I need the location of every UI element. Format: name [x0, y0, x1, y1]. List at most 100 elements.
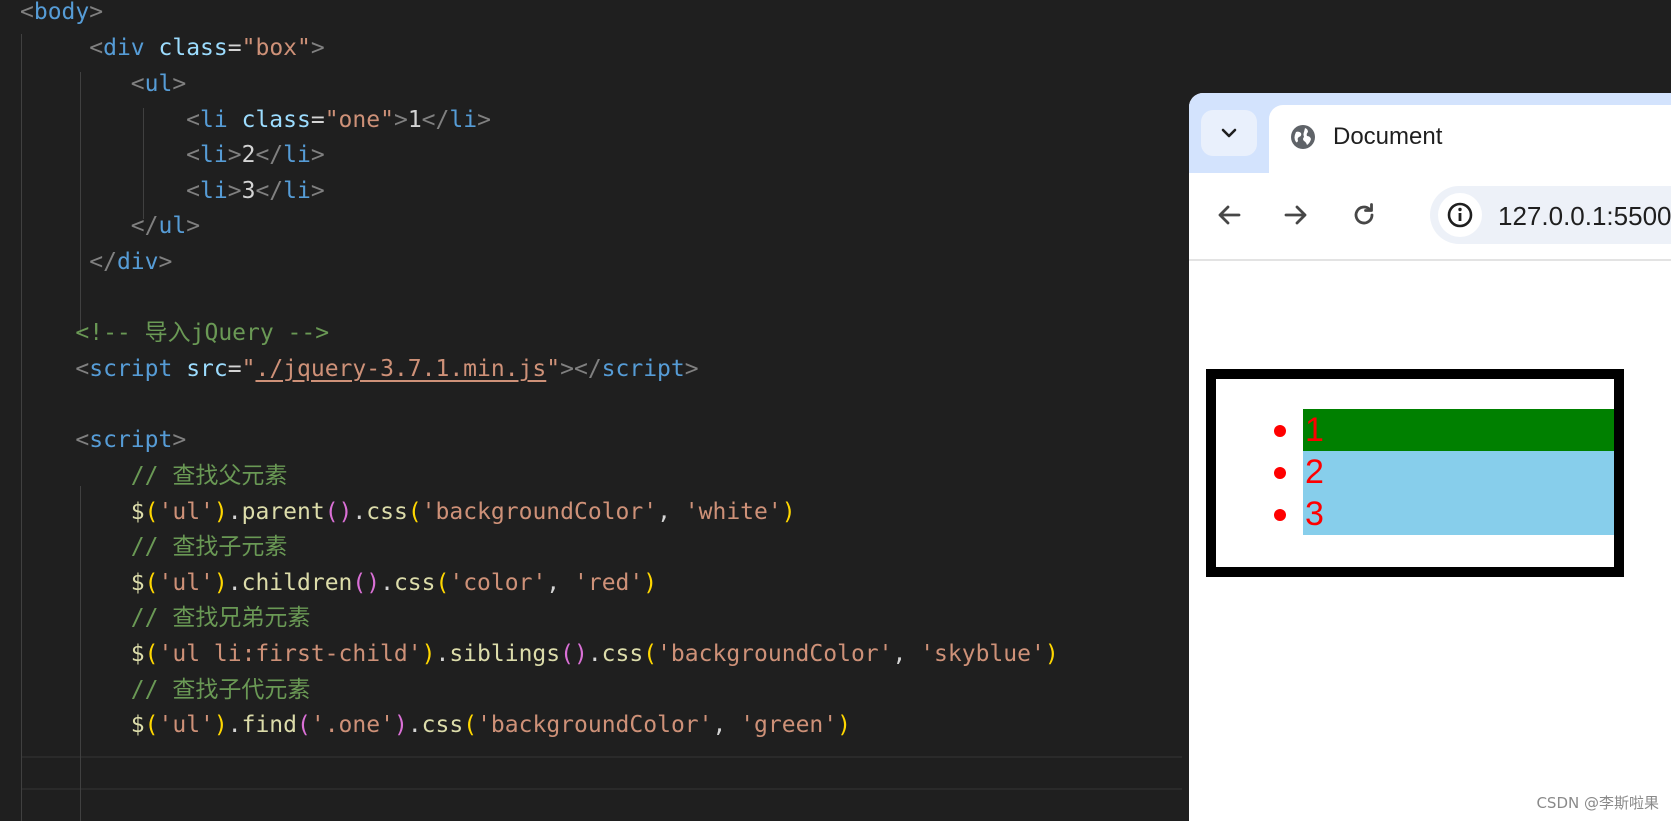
- code-token: li: [449, 107, 478, 133]
- reload-button[interactable]: [1344, 195, 1384, 235]
- code-token: ": [241, 356, 256, 382]
- code-token: 'skyblue': [920, 641, 1045, 667]
- code-line[interactable]: <body>: [20, 0, 103, 30]
- code-line[interactable]: $('ul').children().css('color', 'red'): [20, 565, 657, 601]
- code-token: (: [407, 499, 422, 525]
- code-line[interactable]: </ul>: [20, 208, 200, 244]
- code-token: css: [601, 641, 644, 667]
- code-token: siblings: [449, 641, 561, 667]
- code-token: 'white': [684, 499, 782, 525]
- bullet-icon: [1274, 467, 1286, 479]
- code-token: =: [310, 107, 325, 133]
- code-token: // 查找父元素: [130, 463, 288, 489]
- code-token: ): [393, 712, 408, 738]
- code-line[interactable]: // 查找父元素: [20, 458, 288, 494]
- list-item-text: 3: [1305, 495, 1324, 533]
- tab-title: Document: [1333, 123, 1443, 150]
- code-token: (: [643, 641, 658, 667]
- code-token: $: [130, 641, 145, 667]
- list-item-text: 2: [1305, 453, 1324, 491]
- code-line[interactable]: <li>3</li>: [20, 173, 325, 209]
- code-token: (: [463, 712, 478, 738]
- code-token: // 查找子代元素: [130, 677, 311, 703]
- code-token: li: [200, 107, 228, 133]
- code-token: body: [33, 0, 90, 25]
- code-line[interactable]: </div>: [20, 244, 172, 280]
- code-token: (: [144, 712, 159, 738]
- code-token: >: [310, 35, 325, 61]
- bullet-icon: [1274, 425, 1286, 437]
- code-token: </: [255, 178, 284, 204]
- back-button[interactable]: [1209, 195, 1249, 235]
- code-token: ): [781, 499, 796, 525]
- code-line[interactable]: // 查找子元素: [20, 529, 288, 565]
- code-token: class: [241, 107, 311, 133]
- code-token: >: [477, 107, 491, 133]
- address-bar[interactable]: 127.0.0.1:5500: [1430, 186, 1671, 244]
- code-token: .: [227, 570, 242, 596]
- code-token: <: [130, 71, 145, 97]
- code-token: .: [435, 641, 450, 667]
- site-info-button[interactable]: [1438, 193, 1482, 237]
- code-token: >: [158, 249, 173, 275]
- code-token: >: [172, 71, 187, 97]
- code-line[interactable]: <!-- 导入jQuery -->: [20, 315, 329, 351]
- code-line[interactable]: <li class="one">1</li>: [20, 102, 491, 138]
- code-token: 'color': [449, 570, 547, 596]
- tab-search-button[interactable]: [1201, 110, 1257, 156]
- code-token: ): [643, 570, 658, 596]
- code-token: 1: [407, 107, 422, 133]
- code-token: <!-- 导入jQuery -->: [75, 320, 330, 346]
- code-line[interactable]: <li>2</li>: [20, 137, 325, 173]
- code-token: (): [560, 641, 588, 667]
- page-viewport: 1 2 3: [1189, 261, 1671, 821]
- tab-document[interactable]: Document: [1269, 105, 1671, 175]
- code-token: ": [546, 356, 561, 382]
- code-token: >: [172, 427, 187, 453]
- current-line-highlight: [22, 756, 1182, 790]
- code-token: ./jquery-3.7.1.min.js: [255, 356, 547, 382]
- code-line[interactable]: $('ul').parent().css('backgroundColor', …: [20, 494, 796, 530]
- code-token: (: [144, 570, 159, 596]
- code-line[interactable]: <div class="box">: [20, 30, 325, 66]
- code-line[interactable]: <script>: [20, 422, 186, 458]
- code-line[interactable]: $('ul li:first-child').siblings().css('b…: [20, 636, 1059, 672]
- code-token: .: [407, 712, 422, 738]
- code-line[interactable]: // 查找子代元素: [20, 672, 311, 708]
- code-token: </: [130, 213, 159, 239]
- code-token: >: [227, 142, 242, 168]
- code-line[interactable]: <script src="./jquery-3.7.1.min.js"></sc…: [20, 351, 699, 387]
- code-token: parent: [241, 499, 325, 525]
- browser-toolbar: 127.0.0.1:5500: [1189, 173, 1671, 261]
- code-line[interactable]: // 查找兄弟元素: [20, 600, 311, 636]
- code-token: >: [684, 356, 699, 382]
- code-token: $: [130, 570, 145, 596]
- code-line[interactable]: $('ul').find('.one').css('backgroundColo…: [20, 707, 851, 743]
- code-token: (): [352, 570, 381, 596]
- url-text[interactable]: 127.0.0.1:5500: [1498, 201, 1671, 231]
- code-token: .: [227, 712, 242, 738]
- code-token: script: [601, 356, 685, 382]
- code-token: (: [144, 499, 159, 525]
- list-item-text: 1: [1305, 411, 1324, 449]
- code-line[interactable]: <ul>: [20, 66, 186, 102]
- code-token: "one": [324, 107, 394, 133]
- code-token: 3: [241, 178, 256, 204]
- code-token: css: [393, 570, 436, 596]
- code-token: src: [186, 356, 228, 382]
- code-token: .: [227, 499, 242, 525]
- forward-button[interactable]: [1276, 195, 1316, 235]
- tab-strip: Document: [1189, 93, 1671, 175]
